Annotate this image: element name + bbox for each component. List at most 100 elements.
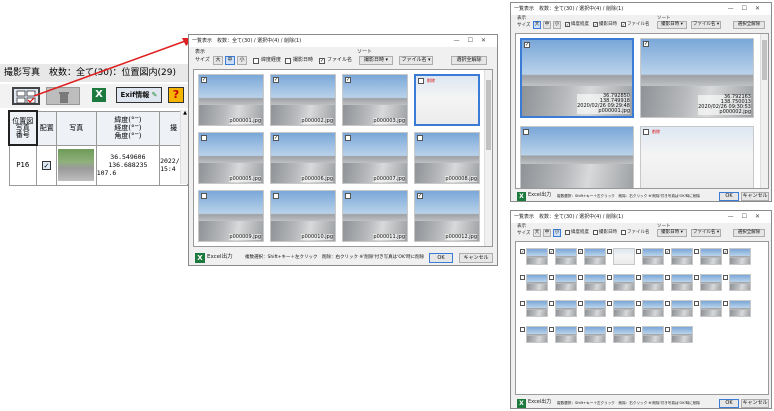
thumbnail[interactable] [723,300,751,317]
thumbnail[interactable] [694,248,722,265]
thumbnail[interactable]: ✓ [578,248,606,265]
thumb-checkbox[interactable] [418,78,424,84]
thumbnail[interactable]: p000010.jpg [270,190,336,242]
thumb-checkbox[interactable] [578,275,583,280]
size-medium-button[interactable]: 中 [543,21,551,29]
thumb-checkbox[interactable] [549,327,554,332]
thumb-checkbox[interactable] [417,135,423,141]
thumbnail[interactable] [578,300,606,317]
thumb-checkbox[interactable]: ✓ [665,249,670,254]
thumbnail[interactable] [520,126,634,188]
thumbnail[interactable] [549,326,577,343]
thumbnail[interactable]: 削除 [414,74,480,126]
thumbnail[interactable] [607,300,635,317]
thumb-checkbox[interactable] [201,135,207,141]
thumb-checkbox[interactable]: ✓ [549,249,554,254]
sort-filename-button[interactable]: ファイル名 ▾ [691,21,721,29]
size-small-button[interactable]: 小 [553,21,561,29]
thumbnail[interactable] [636,300,664,317]
thumbnail[interactable] [665,274,693,291]
thumb-checkbox[interactable] [723,275,728,280]
thumbnail[interactable]: ✓ p000001.jpg [198,74,264,126]
thumbnail[interactable] [520,274,548,291]
thumb-checkbox[interactable] [549,275,554,280]
thumb-checkbox[interactable] [345,193,351,199]
thumb-checkbox[interactable] [636,327,641,332]
thumbnail[interactable]: ✓ [665,248,693,265]
thumbnail[interactable] [636,326,664,343]
thumbnail[interactable]: ✓ p000012.jpg [414,190,480,242]
latlon-checkbox[interactable] [253,58,259,64]
latlon-checkbox[interactable] [565,230,570,235]
thumb-checkbox[interactable] [201,193,207,199]
thumbnail[interactable]: ✓ [549,248,577,265]
thumb-checkbox[interactable] [607,249,612,254]
thumb-checkbox[interactable] [520,301,525,306]
datetime-checkbox[interactable] [285,58,291,64]
thumb-checkbox[interactable]: ✓ [417,193,423,199]
clear-selection-button[interactable]: 選択全解除 [451,56,487,65]
ok-button[interactable]: OK [429,253,453,263]
excel-icon[interactable]: X [517,399,526,408]
ok-button[interactable]: OK [719,192,739,201]
thumbnail[interactable]: ✓ 36.792850 138.749918 2020/02/26 09:29:… [520,38,634,118]
thumbnail[interactable] [665,300,693,317]
table-scrollbar[interactable]: ▲ [180,110,188,184]
thumbnail[interactable] [694,300,722,317]
thumbnail[interactable]: ✓ p000003.jpg [342,74,408,126]
thumb-checkbox[interactable] [694,301,699,306]
size-small-button[interactable]: 小 [553,229,561,237]
thumb-checkbox[interactable] [723,301,728,306]
row-photo-cell[interactable] [55,144,97,186]
sort-datetime-button[interactable]: 撮影日時 ▾ [359,56,393,65]
grid-scrollbar[interactable] [484,70,492,246]
cancel-button[interactable]: キャンセル [741,192,769,201]
datetime-checkbox[interactable]: ✓ [593,22,598,27]
thumbnail[interactable] [578,274,606,291]
thumbnail[interactable] [520,300,548,317]
thumbnail[interactable] [607,274,635,291]
thumbnail[interactable] [549,300,577,317]
thumb-checkbox[interactable] [345,135,351,141]
thumbnail[interactable]: p000005.jpg [198,132,264,184]
thumbnail[interactable]: ✓ p000006.jpg [270,132,336,184]
excel-export-label[interactable]: Excel出力 [528,399,551,406]
thumb-checkbox[interactable]: ✓ [723,249,728,254]
thumbnail[interactable]: p000007.jpg [342,132,408,184]
thumb-checkbox[interactable] [665,301,670,306]
excel-icon[interactable]: X [195,253,205,263]
thumbnail[interactable]: p000008.jpg [414,132,480,184]
thumb-checkbox[interactable] [636,275,641,280]
size-large-button[interactable]: 大 [533,21,541,29]
thumb-checkbox[interactable] [549,301,554,306]
sort-datetime-button[interactable]: 撮影日時 ▾ [657,229,687,237]
datetime-checkbox[interactable] [593,230,598,235]
thumbnail[interactable] [549,274,577,291]
thumbnail[interactable] [665,326,693,343]
ok-button[interactable]: OK [719,399,739,408]
size-medium-button[interactable]: 中 [543,229,551,237]
excel-export-label[interactable]: Excel出力 [207,254,233,261]
thumbnail[interactable] [723,274,751,291]
thumbnail[interactable]: ✓ p000002.jpg [270,74,336,126]
thumbnail[interactable]: ✓ 36.792163 138.750013 2020/02/26 09:30:… [640,38,754,118]
size-medium-button[interactable]: 中 [225,56,235,65]
table-row[interactable]: P16 ✓ 36.549606 136.688235 107.6 2022/( … [8,144,188,186]
thumb-checkbox[interactable] [694,249,699,254]
thumb-checkbox[interactable] [607,275,612,280]
thumb-checkbox[interactable]: ✓ [201,77,207,83]
excel-icon[interactable]: X [517,192,526,201]
thumb-checkbox[interactable]: ✓ [643,41,649,47]
thumbnail[interactable]: p000011.jpg [342,190,408,242]
thumb-checkbox[interactable] [520,327,525,332]
thumb-checkbox[interactable]: ✓ [524,42,530,48]
thumb-checkbox[interactable] [523,129,529,135]
thumbnail[interactable]: ✓ [520,248,548,265]
thumbnail[interactable] [636,274,664,291]
size-small-button[interactable]: 小 [237,56,247,65]
thumb-checkbox[interactable] [694,275,699,280]
thumb-checkbox[interactable] [607,327,612,332]
latlon-checkbox[interactable]: ✓ [565,22,570,27]
thumb-checkbox[interactable] [636,301,641,306]
thumbnail[interactable]: 削除 [640,126,754,188]
